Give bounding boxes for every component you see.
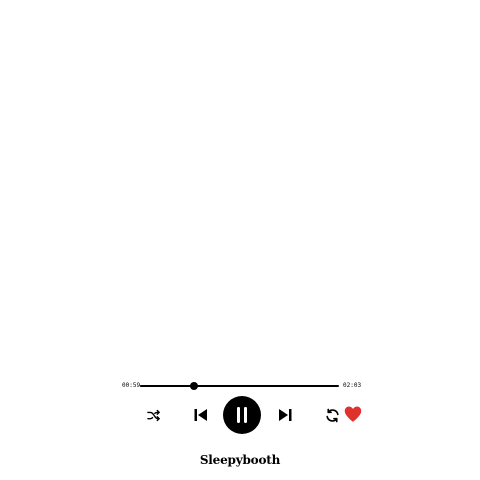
total-duration: 02:03 <box>343 382 362 389</box>
repeat-icon <box>326 408 339 423</box>
shuffle-icon <box>147 409 160 422</box>
progress-thumb[interactable] <box>189 382 198 390</box>
repeat-button[interactable] <box>324 407 341 424</box>
next-button[interactable] <box>277 407 293 423</box>
shuffle-button[interactable] <box>146 408 161 423</box>
progress-fill <box>140 385 194 387</box>
music-player: 00:59 02:03 Sleepybooth <box>0 0 480 480</box>
track-title: Sleepybooth <box>199 453 281 467</box>
elapsed-time: 00:59 <box>122 382 141 389</box>
favorite-button[interactable] <box>343 404 363 424</box>
skip-next-icon <box>279 409 292 421</box>
skip-previous-icon <box>194 409 207 421</box>
heart-icon <box>344 406 362 422</box>
previous-button[interactable] <box>193 407 209 423</box>
play-pause-button[interactable] <box>223 396 261 434</box>
pause-icon <box>237 407 247 423</box>
progress-slider[interactable] <box>140 382 339 390</box>
